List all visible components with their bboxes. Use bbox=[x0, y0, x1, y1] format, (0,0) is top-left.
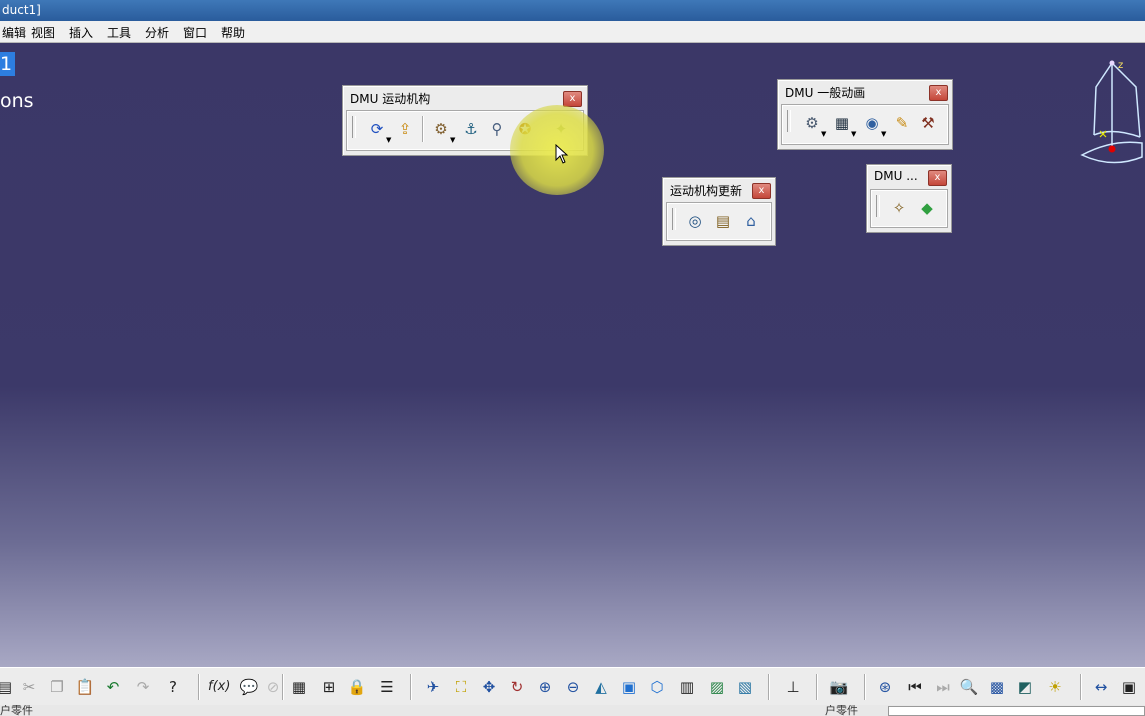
toolbar-body: ◎ ▤ ⌂ bbox=[667, 203, 771, 240]
toolbar-dmu-small[interactable]: DMU ... x ✧ ◆ bbox=[866, 164, 952, 233]
toolbar-grip[interactable] bbox=[876, 195, 880, 217]
swept-volume-icon[interactable]: ✎ bbox=[891, 112, 913, 134]
speed-acceleration-icon[interactable]: ✪ bbox=[514, 118, 536, 140]
toolbar-dmu-kinematics[interactable]: DMU 运动机构 x ⟳ ▼ ⇪ ⚙ ▼ ⚓ ⚲ ✪ ✦ bbox=[342, 85, 588, 156]
tree-node-label[interactable]: ons bbox=[0, 90, 34, 112]
target-icon[interactable]: ⊛ bbox=[874, 676, 896, 698]
status-text-left: 户零件 bbox=[0, 705, 33, 716]
fit-all-icon[interactable]: ⛶ bbox=[450, 676, 472, 698]
distance-icon[interactable]: ↔ bbox=[1090, 676, 1112, 698]
search-icon[interactable]: 🔍 bbox=[958, 676, 980, 698]
lock-icon[interactable]: 🔒 bbox=[346, 676, 368, 698]
toolbar-kinematics-update[interactable]: 运动机构更新 x ◎ ▤ ⌂ bbox=[662, 177, 776, 246]
toolbar-grip[interactable] bbox=[787, 110, 791, 132]
menu-help[interactable]: 帮助 bbox=[219, 24, 247, 41]
bottom-toolbar: ▤ ✂ ❐ 📋 ↶ ↷ ? f(x) 💬 ⊘ ▦ ⊞ 🔒 ☰ ✈ ⛶ ✥ ↻ ⊕… bbox=[0, 667, 1145, 706]
window-title: duct1] bbox=[2, 3, 41, 17]
update-assembly-icon[interactable]: ▤ bbox=[712, 210, 734, 232]
compass-z-label: z bbox=[1118, 60, 1123, 71]
tree-selected-node[interactable]: 1 bbox=[0, 52, 15, 76]
light-icon[interactable]: ☀ bbox=[1044, 676, 1066, 698]
measure-icon[interactable]: ⊥ bbox=[782, 676, 804, 698]
toolbar-title: DMU 一般动画 bbox=[785, 86, 866, 100]
swap-visible-space-icon[interactable]: ▧ bbox=[734, 676, 756, 698]
simulation-icon[interactable]: ⟳ bbox=[366, 118, 388, 140]
fixed-part-icon[interactable]: ⚓ bbox=[460, 118, 482, 140]
multi-view-icon[interactable]: ▣ bbox=[618, 676, 640, 698]
isometric-view-icon[interactable]: ⬡ bbox=[646, 676, 668, 698]
capture-icon[interactable]: 📷 bbox=[828, 676, 850, 698]
command-input[interactable] bbox=[888, 706, 1145, 716]
toolbar-body: ⟳ ▼ ⇪ ⚙ ▼ ⚓ ⚲ ✪ ✦ bbox=[347, 111, 583, 150]
close-button[interactable]: x bbox=[928, 170, 947, 186]
sequence-player-icon[interactable]: ▦ bbox=[831, 112, 853, 134]
update-position-icon[interactable]: ◎ bbox=[684, 210, 706, 232]
formula-icon[interactable]: f(x) bbox=[208, 676, 230, 698]
status-bar: 户零件 户零件 bbox=[0, 705, 1145, 716]
track-icon[interactable]: ✧ bbox=[888, 197, 910, 219]
undo-icon[interactable]: ↶ bbox=[102, 676, 124, 698]
tree-icon[interactable]: ⊞ bbox=[318, 676, 340, 698]
first-frame-icon[interactable]: ⏮ bbox=[904, 676, 926, 698]
toolbar-body: ✧ ◆ bbox=[871, 190, 947, 227]
toolbar-dmu-generic-animation[interactable]: DMU 一般动画 x ⚙ ▼ ▦ ▼ ◉ ▼ ✎ ⚒ bbox=[777, 79, 953, 150]
render-icon[interactable]: ◩ bbox=[1014, 676, 1036, 698]
close-button[interactable]: x bbox=[752, 183, 771, 199]
link-icon[interactable]: ⊘ bbox=[262, 676, 284, 698]
assembly-constraints-conversion-icon[interactable]: ⚙ bbox=[430, 118, 452, 140]
whats-this-icon[interactable]: ? bbox=[162, 676, 184, 698]
reset-positions-icon[interactable]: ⌂ bbox=[740, 210, 762, 232]
menu-analyze[interactable]: 分析 bbox=[143, 24, 171, 41]
cut-icon[interactable]: ✂ bbox=[18, 676, 40, 698]
hide-show-icon[interactable]: ▨ bbox=[706, 676, 728, 698]
table-icon[interactable]: ▦ bbox=[288, 676, 310, 698]
tools-icon[interactable]: ⚒ bbox=[917, 112, 939, 134]
rotate-icon[interactable]: ↻ bbox=[506, 676, 528, 698]
pan-icon[interactable]: ✥ bbox=[478, 676, 500, 698]
toolbar-grip[interactable] bbox=[672, 208, 676, 230]
toolbar-title: DMU ... bbox=[874, 169, 918, 183]
zoom-out-icon[interactable]: ⊖ bbox=[562, 676, 584, 698]
zoom-in-icon[interactable]: ⊕ bbox=[534, 676, 556, 698]
inertia-icon[interactable]: ▣ bbox=[1118, 676, 1140, 698]
menu-tools[interactable]: 工具 bbox=[105, 24, 133, 41]
close-button[interactable]: x bbox=[929, 85, 948, 101]
compass-widget[interactable]: z bbox=[1078, 57, 1145, 169]
copy-icon[interactable]: ❐ bbox=[46, 676, 68, 698]
print-icon[interactable]: ▤ bbox=[0, 676, 16, 698]
spec-icon[interactable]: ☰ bbox=[376, 676, 398, 698]
menu-bar: 编辑 视图 插入 工具 分析 窗口 帮助 bbox=[0, 21, 1145, 43]
last-frame-icon[interactable]: ⏭ bbox=[932, 676, 954, 698]
mechanism-dressup-icon[interactable]: ✦ bbox=[550, 118, 572, 140]
toolbar-body: ⚙ ▼ ▦ ▼ ◉ ▼ ✎ ⚒ bbox=[782, 105, 948, 144]
menu-insert[interactable]: 插入 bbox=[67, 24, 95, 41]
menu-edit[interactable]: 编辑 bbox=[0, 24, 28, 41]
redo-icon[interactable]: ↷ bbox=[132, 676, 154, 698]
paste-icon[interactable]: 📋 bbox=[74, 676, 96, 698]
shading-icon[interactable]: ▥ bbox=[676, 676, 698, 698]
toolbar-grip[interactable] bbox=[352, 116, 356, 138]
title-bar: duct1] bbox=[0, 0, 1145, 21]
normal-view-icon[interactable]: ◭ bbox=[590, 676, 612, 698]
toolbar-title: DMU 运动机构 bbox=[350, 92, 431, 106]
menu-window[interactable]: 窗口 bbox=[181, 24, 209, 41]
menu-view[interactable]: 视图 bbox=[29, 24, 57, 41]
color-action-icon[interactable]: ◆ bbox=[916, 197, 938, 219]
toolbar-title: 运动机构更新 bbox=[670, 184, 743, 198]
status-text-right: 户零件 bbox=[825, 705, 858, 716]
clash-detection-icon[interactable]: ◉ bbox=[861, 112, 883, 134]
fly-mode-icon[interactable]: ✈ bbox=[422, 676, 444, 698]
section-icon[interactable]: ▩ bbox=[986, 676, 1008, 698]
close-button[interactable]: x bbox=[563, 91, 582, 107]
simulate-with-laws-icon[interactable]: ⇪ bbox=[394, 118, 416, 140]
mechanism-analysis-icon[interactable]: ⚲ bbox=[486, 118, 508, 140]
comment-icon[interactable]: 💬 bbox=[238, 676, 260, 698]
simulation-gear-icon[interactable]: ⚙ bbox=[801, 112, 823, 134]
